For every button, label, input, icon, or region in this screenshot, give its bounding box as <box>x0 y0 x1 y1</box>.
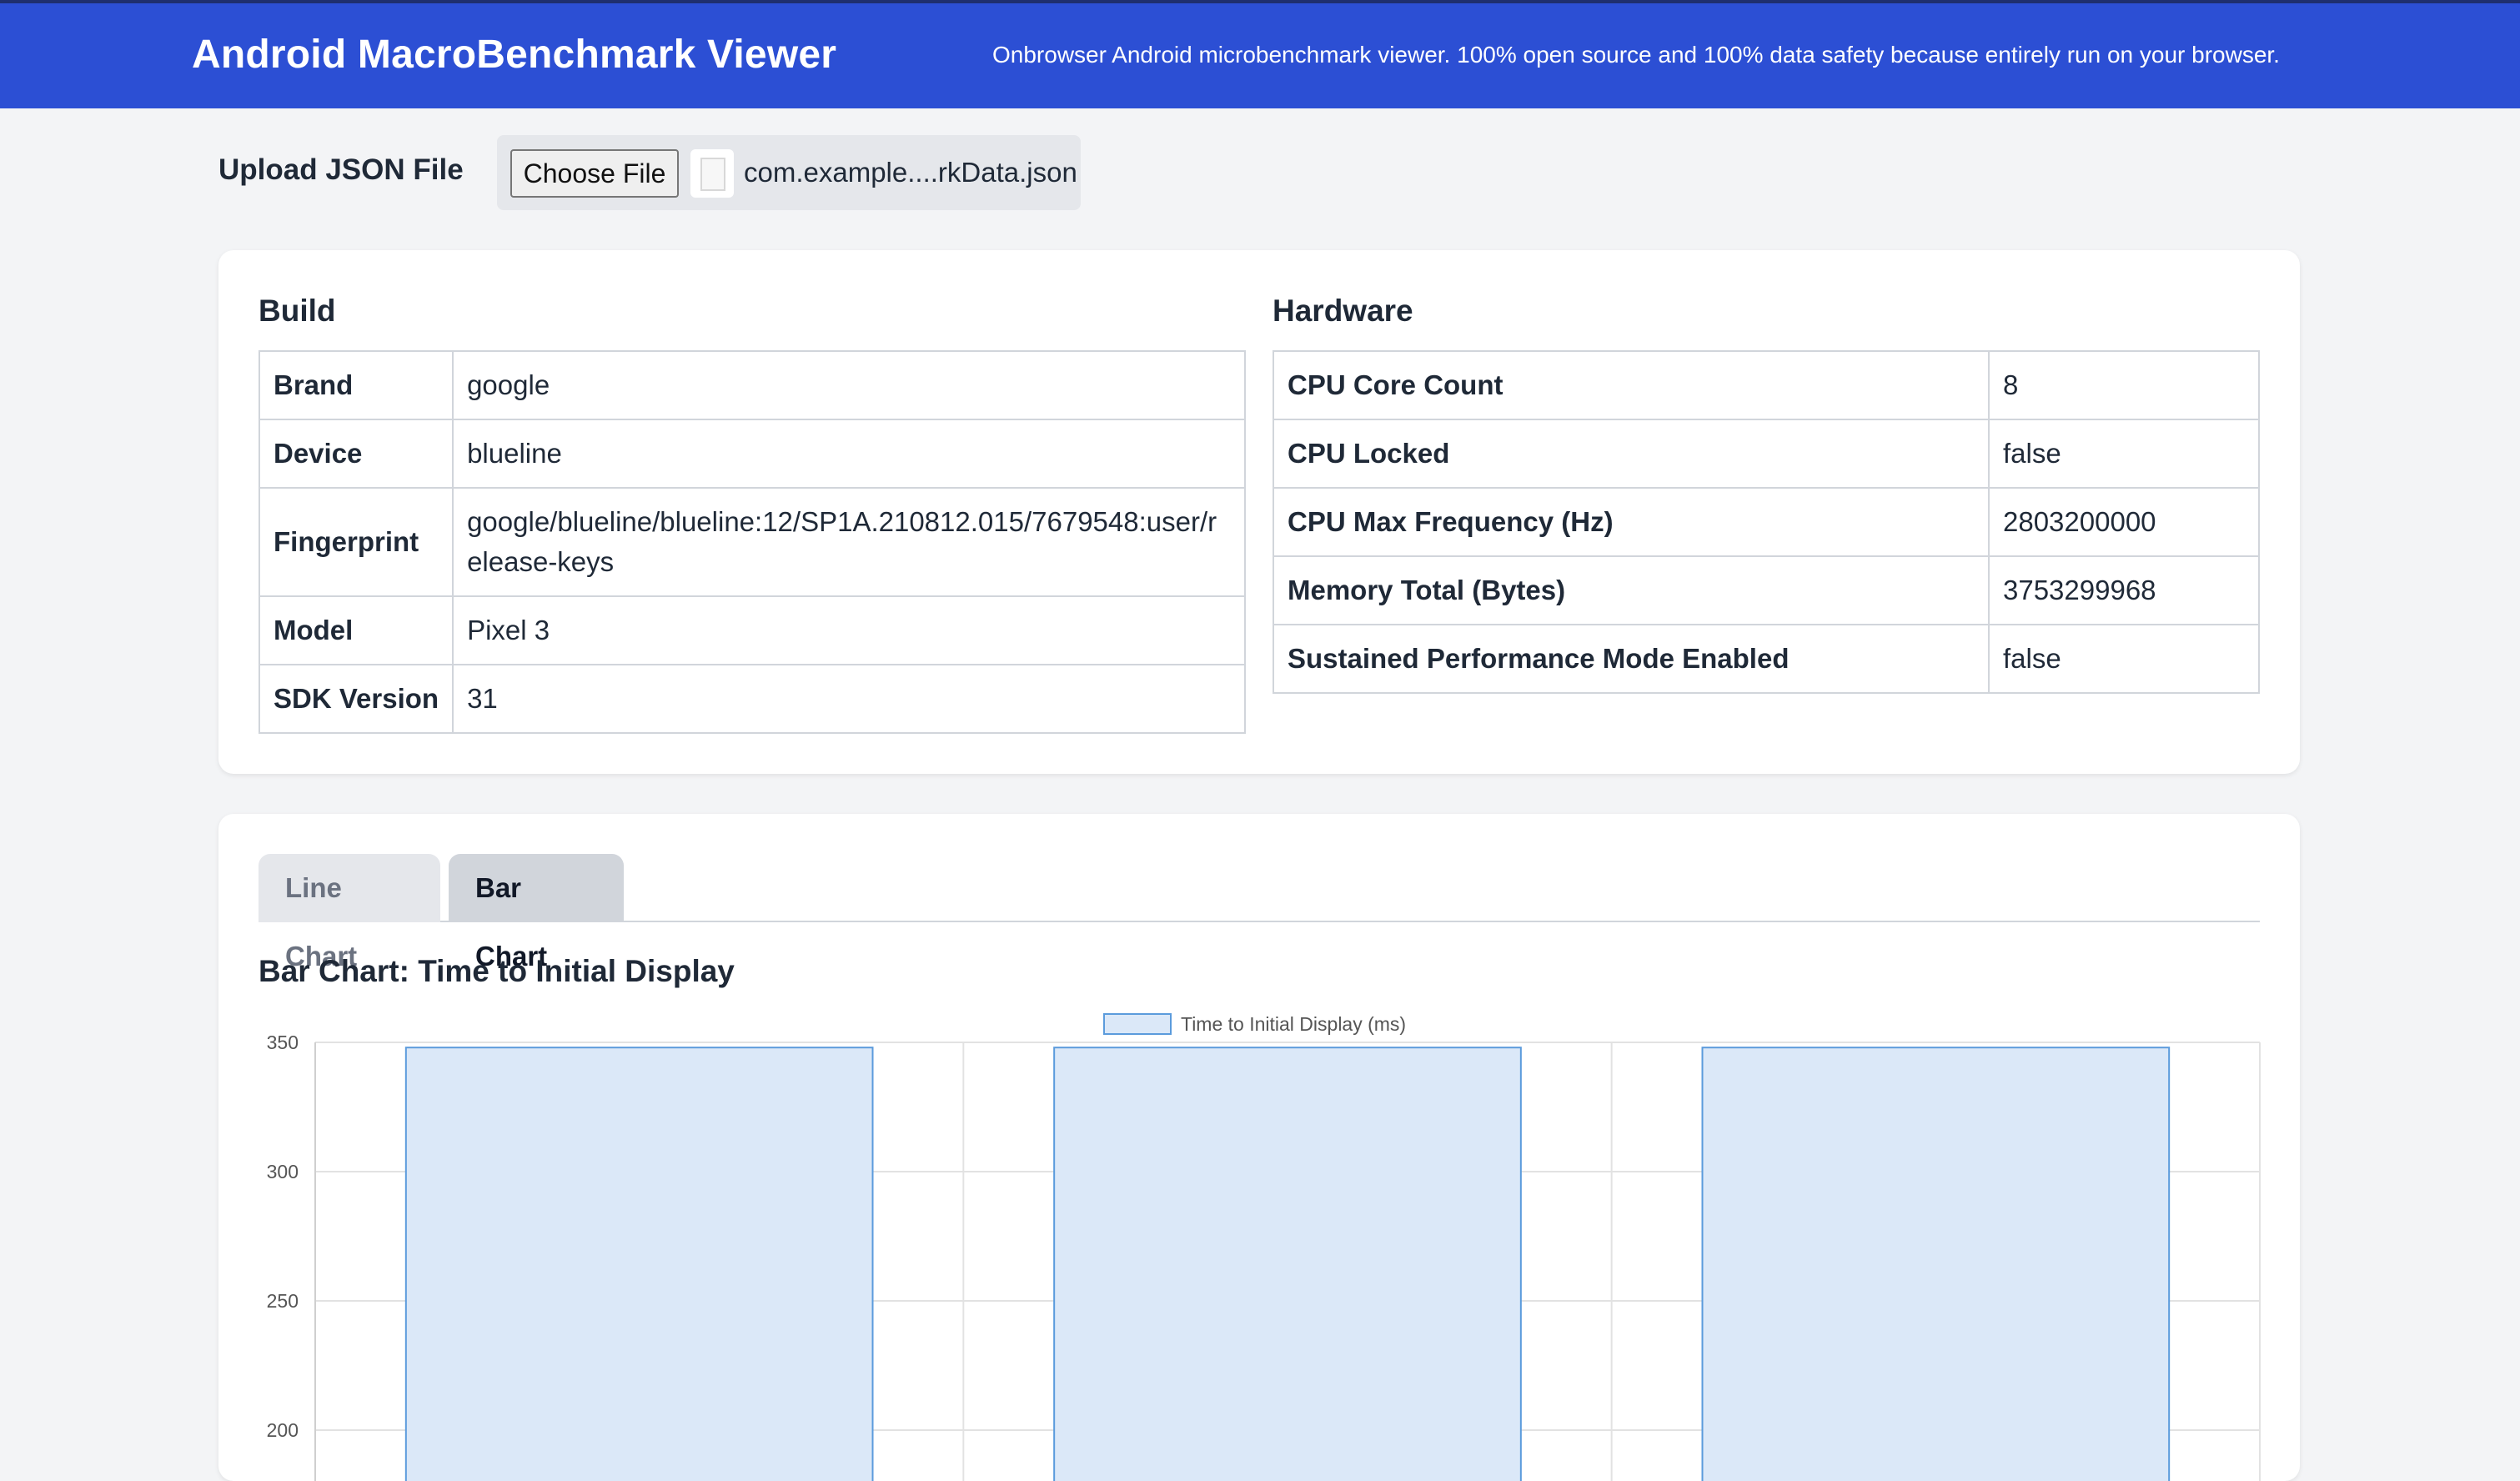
bar-chart: 350 300 250 200 Time to Initial Display (ms… <box>267 1013 2261 1481</box>
build-value: Pixel 3 <box>452 595 1246 665</box>
hardware-title: Hardware <box>1273 294 1413 328</box>
app-header: Android MacroBenchmark Viewer Onbrowser … <box>0 3 2520 108</box>
hardware-value: false <box>1988 624 2260 694</box>
chart-card: Line Chart Bar Chart Bar Chart: Time to … <box>218 814 2300 1481</box>
chart-tabs: Line Chart Bar Chart <box>259 854 2260 971</box>
build-value: google <box>452 350 1246 420</box>
y-tick-label: 250 <box>267 1290 299 1312</box>
table-row: Memory Total (Bytes) 3753299968 <box>1273 555 2260 625</box>
build-key: Model <box>258 595 454 665</box>
app-tagline: Onbrowser Android microbenchmark viewer.… <box>992 42 2280 68</box>
hardware-key: CPU Max Frequency (Hz) <box>1273 487 1990 557</box>
file-icon <box>690 149 734 198</box>
table-row: Sustained Performance Mode Enabled false <box>1273 624 2260 694</box>
build-key: SDK Version <box>258 664 454 734</box>
device-info-card: Build Brand google Device blueline Finge… <box>218 250 2300 774</box>
bar[interactable] <box>1053 1047 1522 1481</box>
table-row: CPU Core Count 8 <box>1273 350 2260 420</box>
table-row: CPU Max Frequency (Hz) 2803200000 <box>1273 487 2260 557</box>
selected-file-name: com.example....rkData.json <box>744 157 1077 188</box>
build-key: Fingerprint <box>258 487 454 597</box>
table-row: Model Pixel 3 <box>258 595 1246 665</box>
hardware-key: CPU Locked <box>1273 419 1990 489</box>
bar[interactable] <box>404 1047 874 1481</box>
build-value: 31 <box>452 664 1246 734</box>
hardware-value: false <box>1988 419 2260 489</box>
table-row: SDK Version 31 <box>258 664 1246 734</box>
y-tick-label: 350 <box>267 1032 299 1053</box>
build-value: blueline <box>452 419 1246 489</box>
table-row: Device blueline <box>258 419 1246 489</box>
build-value: google/blueline/blueline:12/SP1A.210812.… <box>452 487 1246 597</box>
file-input[interactable]: Choose File com.example....rkData.json <box>497 135 1081 210</box>
tab-bar-chart[interactable]: Bar Chart <box>449 854 624 971</box>
choose-file-button[interactable]: Choose File <box>510 149 679 198</box>
build-key: Device <box>258 419 454 489</box>
app-title: Android MacroBenchmark Viewer <box>192 33 837 77</box>
hardware-table: CPU Core Count 8 CPU Locked false CPU Ma… <box>1273 350 2260 694</box>
hardware-value: 2803200000 <box>1988 487 2260 557</box>
build-table: Brand google Device blueline Fingerprint… <box>258 350 1246 734</box>
chart-title: Bar Chart: Time to Initial Display <box>259 954 735 988</box>
hardware-key: Memory Total (Bytes) <box>1273 555 1990 625</box>
hardware-value: 8 <box>1988 350 2260 420</box>
build-key: Brand <box>258 350 454 420</box>
bar[interactable] <box>1701 1047 2171 1481</box>
y-tick-label: 300 <box>267 1161 299 1182</box>
chart-legend: Time to Initial Display (ms) <box>1103 1013 1406 1035</box>
tab-line-chart[interactable]: Line Chart <box>259 854 440 971</box>
table-row: Brand google <box>258 350 1246 420</box>
hardware-value: 3753299968 <box>1988 555 2260 625</box>
y-axis: 350 300 250 200 <box>267 1032 299 1441</box>
hardware-key: Sustained Performance Mode Enabled <box>1273 624 1990 694</box>
y-tick-label: 200 <box>267 1419 299 1441</box>
chart-bars <box>404 1047 2171 1481</box>
build-title: Build <box>259 294 336 328</box>
legend-swatch <box>1103 1013 1172 1035</box>
table-row: CPU Locked false <box>1273 419 2260 489</box>
hardware-key: CPU Core Count <box>1273 350 1990 420</box>
legend-label: Time to Initial Display (ms) <box>1181 1013 1406 1035</box>
table-row: Fingerprint google/blueline/blueline:12/… <box>258 487 1246 597</box>
upload-label: Upload JSON File <box>218 153 464 186</box>
